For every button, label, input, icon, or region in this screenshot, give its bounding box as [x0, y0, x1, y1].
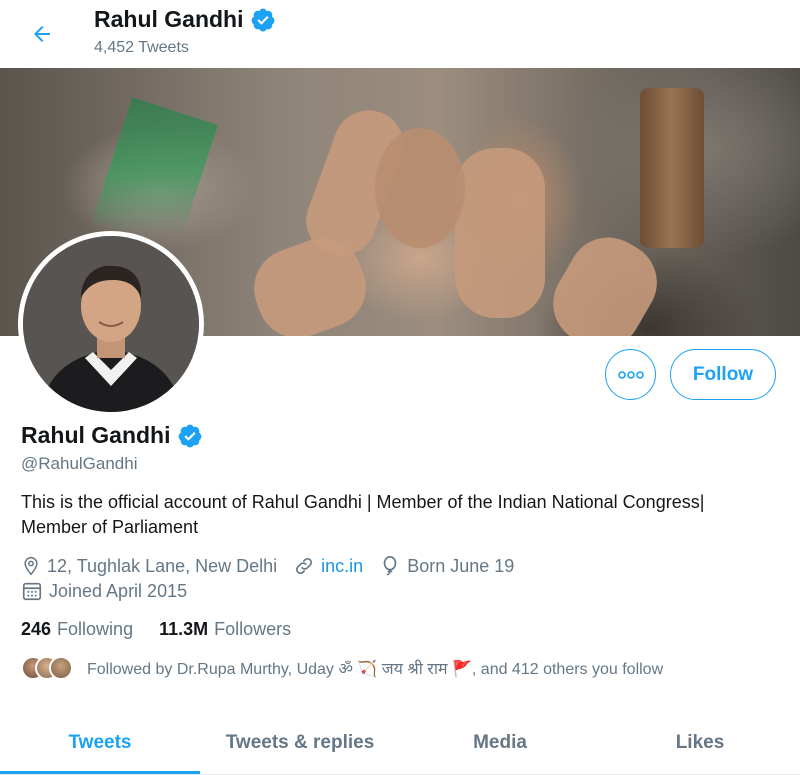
- tab-tweets[interactable]: Tweets: [0, 712, 200, 774]
- location-item: 12, Tughlak Lane, New Delhi: [21, 556, 277, 577]
- banner-pole-shape: [640, 88, 704, 248]
- following-count: 246: [21, 619, 52, 639]
- tab-media[interactable]: Media: [400, 712, 600, 774]
- location-text: 12, Tughlak Lane, New Delhi: [47, 555, 278, 576]
- avatar-portrait: [23, 236, 199, 412]
- link-icon: [296, 557, 313, 575]
- arrow-left-icon: [34, 26, 50, 42]
- followers-label: Followers: [214, 619, 292, 639]
- header-name: Rahul Gandhi: [94, 6, 244, 32]
- banner-face-shape: [375, 128, 465, 248]
- joined-item: Joined April 2015: [21, 580, 187, 602]
- header-title-row: Rahul Gandhi: [94, 6, 276, 33]
- more-options-icon: [617, 370, 644, 379]
- profile-name: Rahul Gandhi: [21, 422, 171, 448]
- location-pin-icon: [24, 556, 38, 576]
- followers-stat[interactable]: 11.3M Followers: [159, 619, 291, 640]
- website-link[interactable]: inc.in: [321, 556, 363, 577]
- profile-bio: This is the official account of Rahul Ga…: [21, 492, 705, 537]
- profile-avatar[interactable]: [18, 231, 204, 417]
- profile-handle: @RahulGandhi: [21, 454, 138, 473]
- profile-meta-row-joined: Joined April 2015: [21, 580, 203, 602]
- follow-stats: 246 Following 11.3M Followers: [21, 619, 291, 640]
- birthday-item: Born June 19: [379, 555, 514, 577]
- followed-by-text: Followed by Dr.Rupa Murthy, Uday ॐ 🏹 जय …: [87, 661, 664, 678]
- website-item[interactable]: inc.in: [293, 555, 363, 577]
- banner-hand-shape: [455, 148, 545, 318]
- back-button[interactable]: [24, 16, 60, 52]
- mutual-follower-avatars: [21, 656, 77, 680]
- joined-text: Joined April 2015: [49, 580, 188, 601]
- follow-button[interactable]: Follow: [670, 349, 776, 400]
- mutual-avatar: [49, 656, 73, 680]
- profile-meta-row: 12, Tughlak Lane, New Delhi inc.in Born …: [21, 555, 530, 577]
- more-options-button[interactable]: [605, 349, 656, 400]
- banner-flag-shape: [92, 97, 218, 249]
- birthday-text: Born June 19: [407, 555, 515, 576]
- verified-badge-icon: [178, 424, 201, 447]
- tab-tweets-replies[interactable]: Tweets & replies: [200, 712, 400, 774]
- verified-badge-icon: [251, 8, 274, 31]
- profile-name-row: Rahul Gandhi: [21, 422, 203, 449]
- following-label: Following: [57, 619, 134, 639]
- avatar-image: [23, 236, 199, 412]
- followed-by-row[interactable]: Followed by Dr.Rupa Murthy, Uday ॐ 🏹 जय …: [21, 656, 663, 680]
- calendar-icon: [22, 582, 42, 601]
- profile-header: Rahul Gandhi 4,452 Tweets: [0, 0, 800, 68]
- balloon-icon: [383, 556, 397, 576]
- profile-tabs: Tweets Tweets & replies Media Likes: [0, 712, 800, 775]
- tweet-count: 4,452 Tweets: [94, 39, 189, 56]
- tab-likes[interactable]: Likes: [600, 712, 800, 774]
- following-stat[interactable]: 246 Following: [21, 619, 133, 640]
- followers-count: 11.3M: [159, 619, 209, 639]
